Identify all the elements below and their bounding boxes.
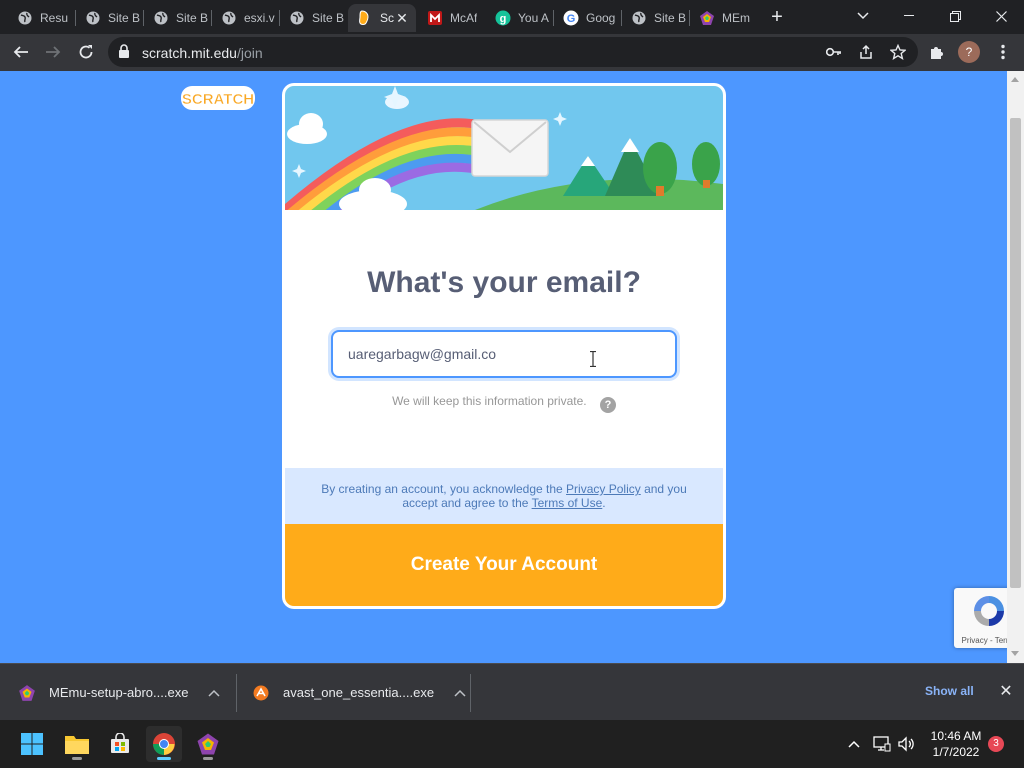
download-bar: MEmu-setup-abro....exe avast_one_essenti…: [0, 663, 1024, 720]
svg-text:G: G: [567, 13, 576, 25]
globe-icon: [631, 10, 647, 26]
text-cursor-icon: [590, 351, 596, 367]
memu-icon: [18, 684, 36, 702]
profile-avatar[interactable]: ?: [954, 37, 984, 67]
folder-icon: [65, 736, 89, 754]
globe-icon: [289, 10, 305, 26]
volume-speaker-icon[interactable]: [896, 734, 916, 754]
download-item-avast[interactable]: avast_one_essentia....exe: [252, 664, 466, 721]
memu-icon: [197, 733, 219, 755]
tab-scratch-active[interactable]: Sc ✕: [348, 4, 416, 32]
notification-badge[interactable]: 3: [988, 736, 1004, 752]
globe-icon: [17, 10, 33, 26]
svg-text:g: g: [500, 13, 507, 25]
tab-11[interactable]: MEm: [690, 4, 754, 32]
tab-8[interactable]: g You A: [486, 4, 550, 32]
tab-7[interactable]: McAf: [418, 4, 482, 32]
grammarly-icon: g: [495, 10, 511, 26]
browser-tab-strip: Resu Site B Site B esxi.v Site B Sc ✕ Mc…: [0, 0, 1024, 34]
reload-icon: [79, 45, 93, 59]
windows-logo-icon: [21, 733, 43, 755]
tab-4[interactable]: esxi.v: [212, 4, 276, 32]
tab-1[interactable]: Resu: [8, 4, 68, 32]
avast-icon: [252, 684, 270, 702]
page-scrollbar[interactable]: [1007, 71, 1024, 663]
recaptcha-icon: [974, 596, 1004, 626]
tab-search-chevron-icon[interactable]: [840, 0, 886, 32]
network-display-icon[interactable]: [872, 734, 892, 754]
help-icon[interactable]: ?: [599, 397, 616, 413]
file-explorer-taskbar-button[interactable]: [59, 726, 95, 762]
memu-icon: [699, 10, 715, 26]
download-item-memu[interactable]: MEmu-setup-abro....exe: [18, 664, 220, 721]
tab-9[interactable]: G Goog: [554, 4, 618, 32]
chevron-up-icon[interactable]: [454, 686, 466, 700]
store-taskbar-button[interactable]: [102, 726, 138, 762]
extensions-puzzle-icon[interactable]: [922, 37, 952, 67]
chevron-up-icon[interactable]: [208, 686, 220, 700]
restore-window-button[interactable]: [932, 0, 978, 32]
tab-3[interactable]: Site B: [144, 4, 208, 32]
close-download-bar-icon[interactable]: ✕: [996, 682, 1016, 702]
google-icon: G: [563, 10, 579, 26]
taskbar-clock[interactable]: 10:46 AM 1/7/2022: [920, 728, 992, 760]
page-title: What's your email?: [367, 266, 641, 299]
windows-taskbar: 10:46 AM 1/7/2022 3: [0, 720, 1024, 768]
page-viewport: SCRATCH What's your email? uaregarbagw@g…: [0, 71, 1007, 663]
scroll-down-arrow-icon[interactable]: [1011, 651, 1019, 656]
new-tab-button[interactable]: +: [766, 6, 788, 28]
globe-icon: [85, 10, 101, 26]
tab-5[interactable]: Site B: [280, 4, 344, 32]
arrow-right-icon: [46, 46, 61, 58]
privacy-policy-link[interactable]: Privacy Policy: [566, 482, 641, 496]
scroll-up-arrow-icon[interactable]: [1011, 77, 1019, 82]
memu-taskbar-button[interactable]: [190, 726, 226, 762]
scratch-cat-icon: [357, 10, 373, 26]
key-icon[interactable]: [824, 42, 844, 62]
terms-of-use-link[interactable]: Terms of Use: [532, 496, 603, 510]
minimize-window-button[interactable]: [886, 0, 932, 32]
close-tab-icon[interactable]: ✕: [394, 10, 410, 26]
reload-button[interactable]: [71, 37, 101, 67]
address-bar[interactable]: scratch.mit.edu/join: [108, 37, 918, 67]
share-icon[interactable]: [856, 42, 876, 62]
chrome-taskbar-button[interactable]: [146, 726, 182, 762]
scrollbar-thumb[interactable]: [1010, 118, 1021, 588]
create-account-button[interactable]: Create Your Account: [285, 524, 723, 606]
menu-kebab-icon[interactable]: [988, 37, 1018, 67]
store-bag-icon: [111, 733, 129, 753]
privacy-note: We will keep this information private. ?: [285, 394, 723, 413]
scratch-logo[interactable]: SCRATCH: [180, 84, 256, 112]
chrome-icon: [153, 733, 175, 755]
back-button[interactable]: [6, 37, 36, 67]
tab-10[interactable]: Site B: [622, 4, 686, 32]
arrow-left-icon: [13, 46, 28, 58]
tab-2[interactable]: Site B: [76, 4, 140, 32]
globe-icon: [221, 10, 237, 26]
svg-text:SCRATCH: SCRATCH: [182, 91, 254, 108]
email-field[interactable]: [331, 330, 677, 378]
recaptcha-badge[interactable]: Privacy - Terms: [954, 588, 1007, 648]
globe-icon: [153, 10, 169, 26]
url-text[interactable]: scratch.mit.edu/join: [142, 45, 263, 61]
signup-card: What's your email? We will keep this inf…: [282, 83, 726, 609]
close-window-button[interactable]: [978, 0, 1024, 32]
show-all-downloads-button[interactable]: Show all: [925, 684, 974, 698]
terms-notice: By creating an account, you acknowledge …: [285, 468, 723, 524]
browser-toolbar: scratch.mit.edu/join ?: [0, 34, 1024, 71]
show-hidden-icons-chevron[interactable]: [844, 734, 864, 754]
email-hero-illustration: [285, 86, 723, 210]
start-button[interactable]: [14, 726, 50, 762]
bookmark-star-icon[interactable]: [888, 42, 908, 62]
lock-icon[interactable]: [118, 44, 130, 64]
recaptcha-links[interactable]: Privacy - Terms: [954, 636, 1007, 645]
mcafee-icon: [427, 10, 443, 26]
forward-button[interactable]: [38, 37, 68, 67]
